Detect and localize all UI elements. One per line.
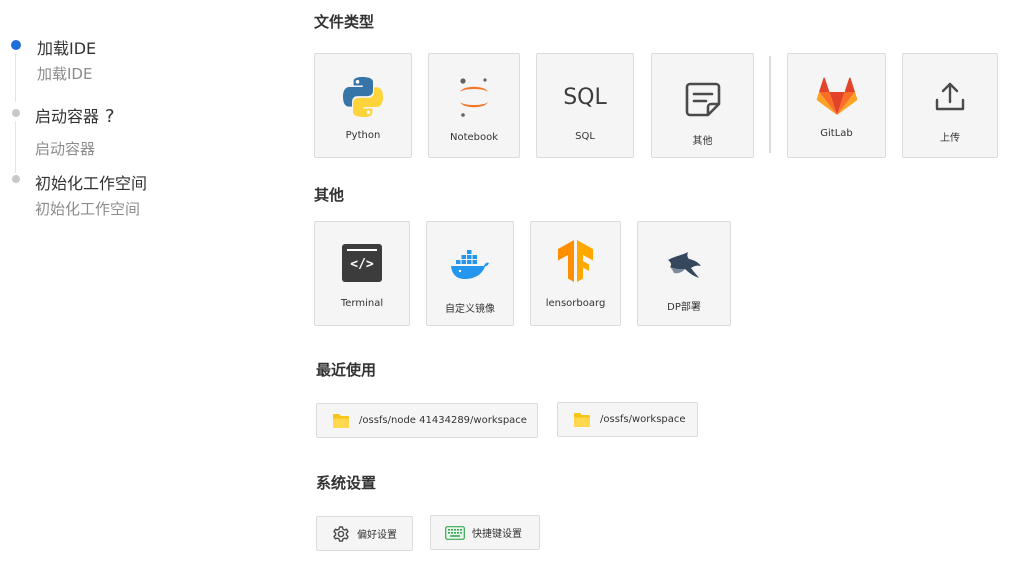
file-type-notebook[interactable]: Notebook xyxy=(428,53,520,158)
recent-item[interactable]: /ossfs/workspace xyxy=(557,402,698,437)
card-label: Python xyxy=(345,130,381,141)
step-title-text: 启动容器 xyxy=(35,107,100,126)
step-dot xyxy=(12,109,20,117)
other-custom-image[interactable]: 自定义镜像 xyxy=(426,221,514,326)
card-label: Notebook xyxy=(449,132,499,143)
jupyter-icon xyxy=(429,76,519,118)
step-dot xyxy=(12,175,20,183)
gitlab-icon xyxy=(788,76,885,118)
tensorflow-icon xyxy=(531,240,620,282)
step-title-start-container: 启动容器? xyxy=(35,103,115,127)
card-label: 上传 xyxy=(940,133,960,144)
file-type-gitlab[interactable]: GitLab xyxy=(787,53,886,158)
step-subtitle-init-workspace: 初始化工作空间 xyxy=(35,200,141,218)
recent-item-path: /ossfs/node 41434289/workspace xyxy=(359,415,527,426)
card-label: Terminal xyxy=(340,298,384,309)
step-subtitle-start-container: 启动容器 xyxy=(35,140,96,158)
step-connector xyxy=(15,121,16,173)
card-label: DP部署 xyxy=(667,302,701,313)
card-label: lensorboarg xyxy=(545,298,606,309)
section-title-settings: 系统设置 xyxy=(316,474,377,492)
sql-icon-text: SQL xyxy=(563,84,607,110)
other-terminal[interactable]: </> Terminal xyxy=(314,221,410,326)
other-tensorboard[interactable]: lensorboarg xyxy=(530,221,621,326)
other-dp-deploy[interactable]: DP部署 xyxy=(637,221,731,326)
sql-icon: SQL xyxy=(537,76,633,118)
card-label: 其他 xyxy=(692,136,713,147)
section-title-file-types: 文件类型 xyxy=(314,13,375,31)
keyboard-icon xyxy=(445,523,465,543)
gear-icon xyxy=(331,524,351,544)
shark-icon xyxy=(638,244,730,286)
terminal-icon: </> xyxy=(315,242,409,284)
upload-icon xyxy=(903,76,997,118)
card-label: 自定义镜像 xyxy=(445,304,495,315)
recent-item[interactable]: /ossfs/node 41434289/workspace xyxy=(316,403,538,438)
file-type-other[interactable]: 其他 xyxy=(651,53,754,158)
step-connector xyxy=(15,54,16,102)
step-dot-active xyxy=(11,40,21,50)
help-icon[interactable]: ? xyxy=(105,106,115,127)
shortcuts-button[interactable]: 快捷键设置 xyxy=(430,515,540,550)
shortcuts-label: 快捷键设置 xyxy=(472,529,522,540)
divider xyxy=(769,56,771,153)
python-icon xyxy=(315,76,411,118)
preferences-button[interactable]: 偏好设置 xyxy=(316,516,413,551)
section-title-recent: 最近使用 xyxy=(316,361,377,379)
recent-item-path: /ossfs/workspace xyxy=(600,414,686,425)
progress-steps: 加载IDE 加载IDE 启动容器? 启动容器 初始化工作空间 初始化工作空间 xyxy=(0,0,260,565)
file-type-python[interactable]: Python xyxy=(314,53,412,158)
step-title-load-ide: 加载IDE xyxy=(37,39,97,58)
card-label: GitLab xyxy=(820,128,853,139)
section-title-other: 其他 xyxy=(314,186,345,204)
document-icon xyxy=(652,78,753,120)
step-subtitle-load-ide: 加载IDE xyxy=(37,65,93,83)
upload-button[interactable]: 上传 xyxy=(902,53,998,158)
folder-icon xyxy=(331,411,351,431)
folder-icon xyxy=(572,410,592,430)
card-label: SQL xyxy=(575,131,595,142)
preferences-label: 偏好设置 xyxy=(357,530,397,541)
terminal-icon-text: </> xyxy=(350,257,374,272)
docker-icon xyxy=(427,244,513,286)
file-type-sql[interactable]: SQL SQL xyxy=(536,53,634,158)
step-title-init-workspace: 初始化工作空间 xyxy=(35,174,148,193)
